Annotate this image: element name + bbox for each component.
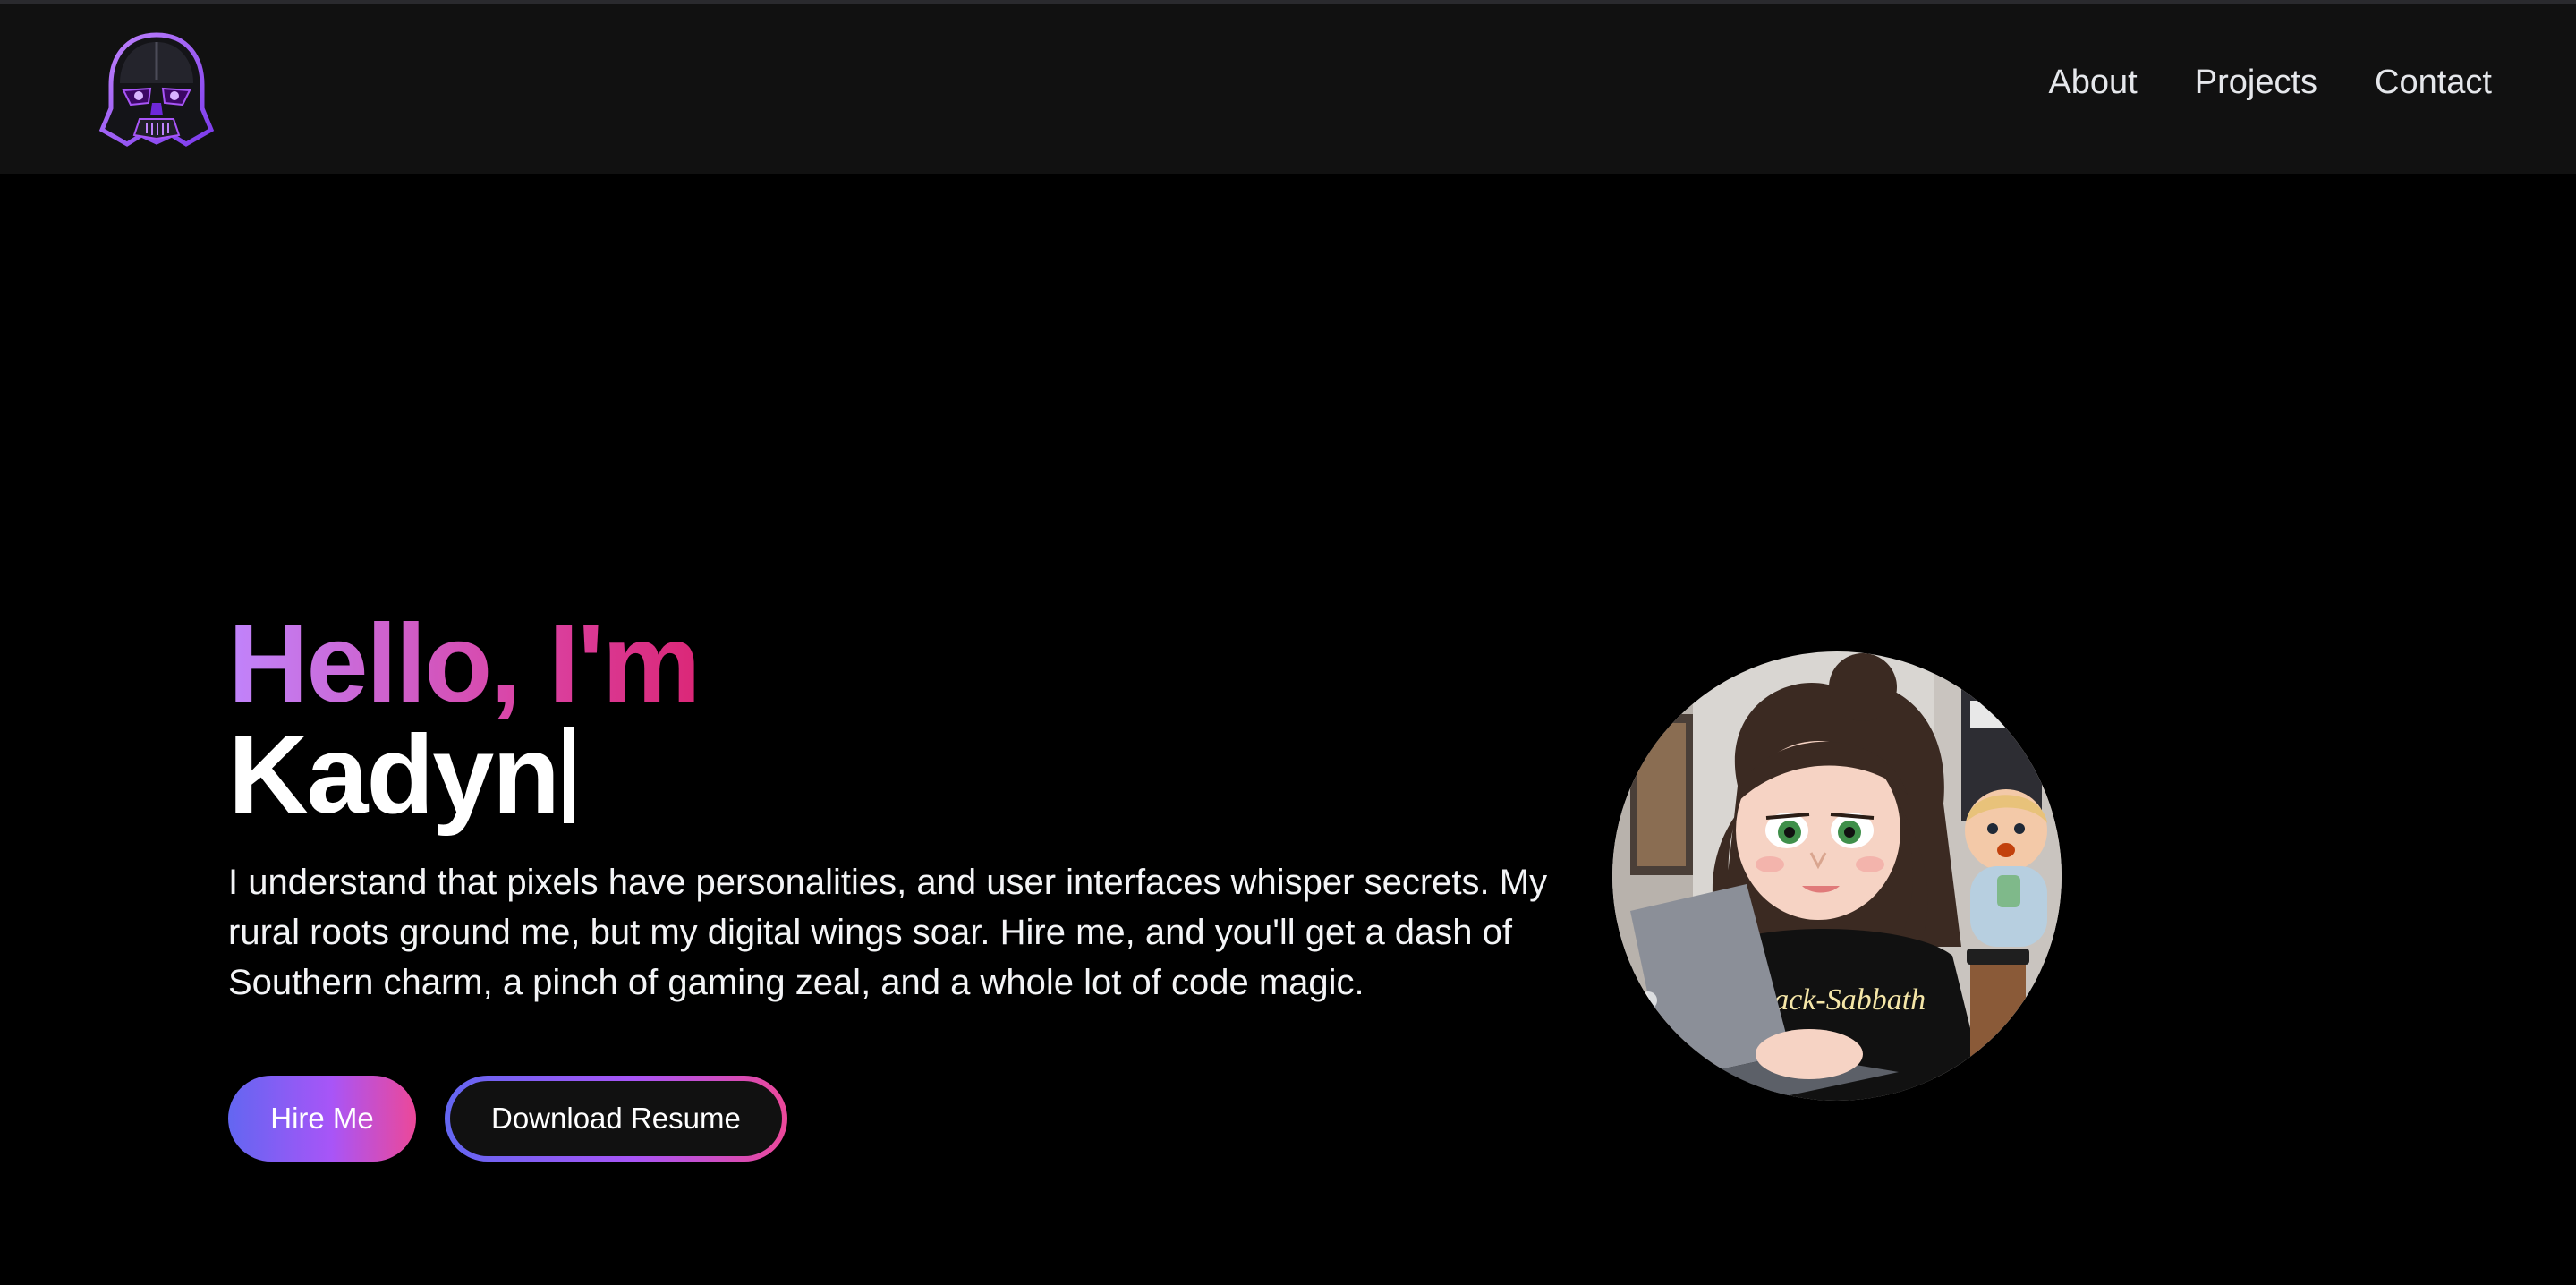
nav-contact-link[interactable]: Contact [2375, 65, 2492, 99]
hero-actions: Hire Me Download Resume [228, 1076, 1624, 1162]
hero-name-line: Kadyn [228, 719, 1624, 830]
hero-name: Kadyn [228, 713, 560, 837]
main-nav: About Projects Contact [2048, 65, 2492, 99]
hero-greeting: Hello, I'm [228, 602, 701, 726]
hero-section: Hello, I'm Kadyn I understand that pixel… [228, 608, 1624, 1162]
typing-cursor [563, 727, 574, 823]
avatar: Black-Sabbath [1612, 651, 2062, 1101]
darth-vader-helmet-icon[interactable] [98, 30, 215, 151]
hire-me-button[interactable]: Hire Me [228, 1076, 416, 1162]
site-header: About Projects Contact [0, 4, 2576, 174]
nav-about-link[interactable]: About [2048, 65, 2137, 99]
download-resume-button[interactable]: Download Resume [445, 1076, 787, 1162]
hero-tagline: I understand that pixels have personalit… [228, 863, 1548, 1002]
nav-projects-link[interactable]: Projects [2195, 65, 2317, 99]
